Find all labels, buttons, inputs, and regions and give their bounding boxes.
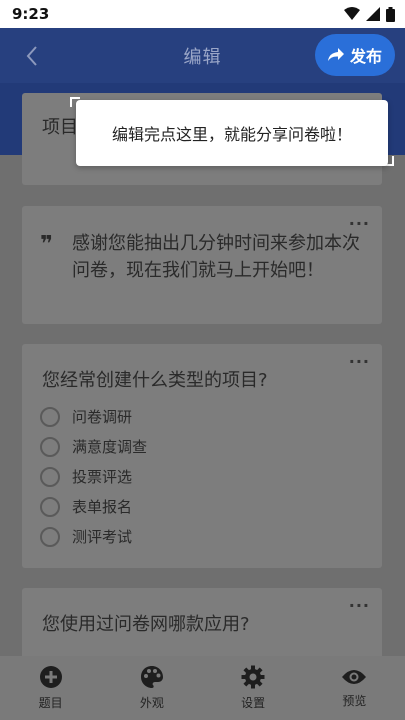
nav-item-settings[interactable]: 设置	[203, 656, 304, 720]
quote-icon: ❞	[40, 232, 53, 257]
status-time: 9:23	[12, 5, 50, 23]
share-arrow-icon	[327, 48, 344, 61]
nav-item-preview[interactable]: 预览	[304, 656, 405, 720]
project-title: 项目	[42, 117, 78, 138]
option-item[interactable]: 表单报名	[40, 496, 132, 517]
nav-label: 设置	[241, 696, 266, 710]
nav-label: 题目	[38, 696, 63, 710]
battery-icon	[386, 6, 395, 22]
tooltip-text: 编辑完点这里，就能分享问卷啦！	[111, 125, 352, 144]
option-item[interactable]: 投票评选	[40, 466, 132, 487]
more-options-icon[interactable]: ···	[349, 352, 370, 371]
nav-label: 外观	[139, 696, 164, 710]
back-button[interactable]	[18, 42, 46, 70]
onboarding-tooltip[interactable]: 编辑完点这里，就能分享问卷啦！	[76, 100, 388, 166]
option-label: 投票评选	[72, 468, 133, 486]
publish-label: 发布	[349, 47, 382, 66]
option-item[interactable]: 问卷调研	[40, 406, 132, 427]
radio-button[interactable]	[40, 496, 60, 517]
nav-label: 预览	[342, 694, 367, 708]
radio-button[interactable]	[40, 466, 60, 487]
nav-item-appearance[interactable]: 外观	[101, 656, 202, 720]
nav-item-questions[interactable]: 题目	[0, 656, 101, 720]
question-title: 您经常创建什么类型的项目?	[42, 370, 268, 391]
option-label: 满意度调查	[72, 438, 148, 456]
wifi-icon	[344, 7, 360, 20]
gear-icon	[241, 665, 265, 689]
page-title: 编辑	[183, 46, 222, 68]
more-options-icon[interactable]: ···	[349, 596, 370, 615]
publish-button[interactable]: 发布	[315, 34, 395, 76]
option-label: 表单报名	[72, 498, 133, 516]
option-item[interactable]: 满意度调查	[40, 436, 147, 457]
question-title: 您使用过问卷网哪款应用?	[42, 614, 250, 635]
option-label: 测评考试	[72, 528, 133, 546]
status-bar: 9:23	[0, 0, 405, 28]
bottom-nav: 题目 外观 设置 预览	[0, 656, 405, 720]
signal-icon	[366, 7, 380, 21]
app-header: 编辑 发布	[0, 28, 405, 83]
chevron-left-icon	[26, 46, 37, 66]
question-card[interactable]: ··· 您经常创建什么类型的项目? 问卷调研 满意度调查 投票评选 表单报名 测…	[22, 344, 382, 568]
option-item[interactable]: 测评考试	[40, 526, 132, 547]
intro-text: 感谢您能抽出几分钟时间来参加本次问卷，现在我们就马上开始吧！	[72, 233, 360, 281]
status-icons	[344, 6, 395, 22]
radio-button[interactable]	[40, 436, 60, 457]
option-label: 问卷调研	[72, 408, 133, 426]
palette-icon	[140, 666, 163, 688]
plus-circle-icon	[39, 666, 62, 688]
eye-icon	[342, 670, 367, 684]
radio-button[interactable]	[40, 406, 60, 427]
radio-button[interactable]	[40, 526, 60, 547]
intro-card[interactable]: ··· ❞ 感谢您能抽出几分钟时间来参加本次问卷，现在我们就马上开始吧！	[22, 206, 382, 324]
